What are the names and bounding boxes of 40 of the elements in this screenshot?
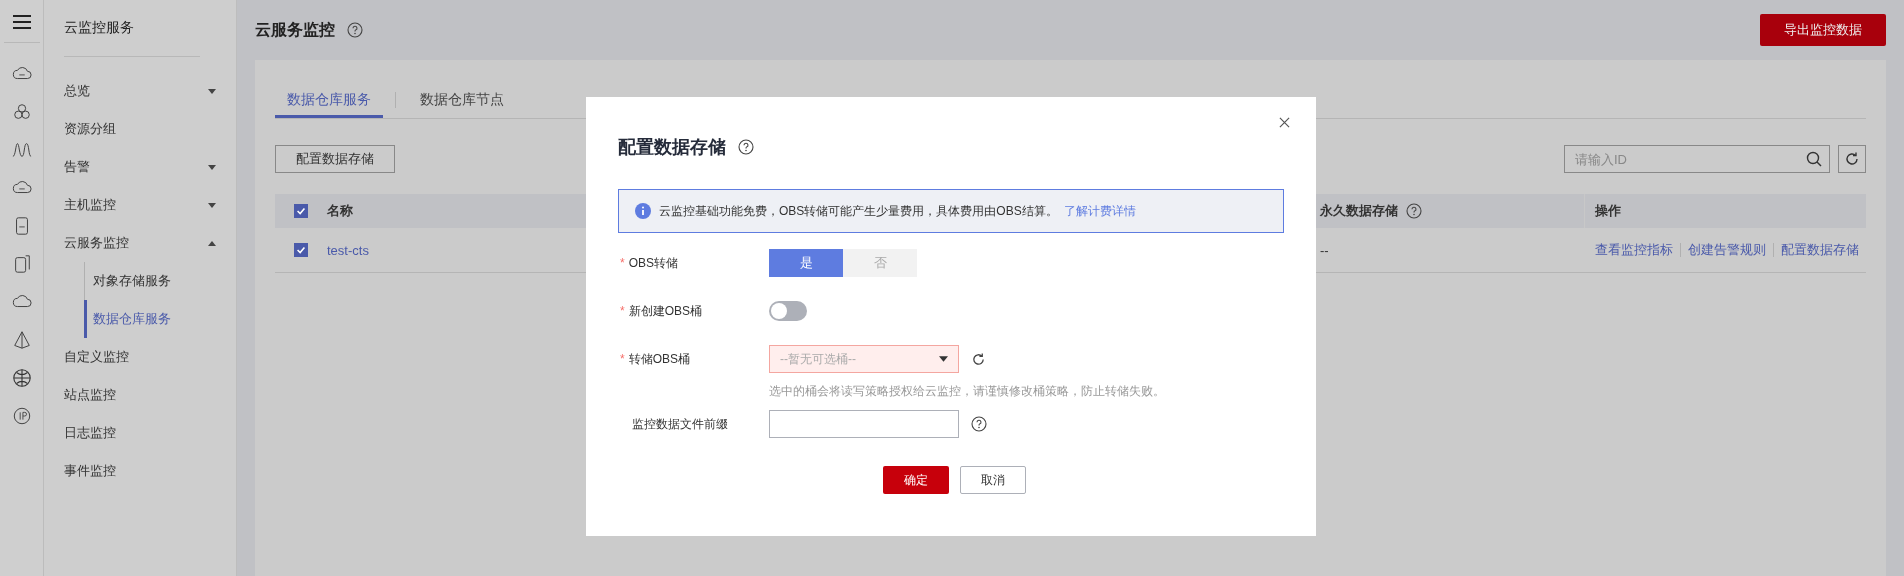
- sidebar-item[interactable]: 告警: [64, 148, 236, 186]
- dialog-title: 配置数据存储: [618, 136, 726, 159]
- field-label: 监控数据文件前缀: [632, 415, 728, 433]
- action-link[interactable]: 查看监控指标: [1595, 241, 1673, 259]
- search-field[interactable]: 请输入ID: [1564, 145, 1830, 173]
- segment-option[interactable]: 是: [769, 249, 843, 277]
- column-header: 操作: [1595, 202, 1621, 220]
- sidebar-subitem[interactable]: 对象存储服务: [84, 262, 236, 300]
- sidebar-item[interactable]: 资源分组: [64, 110, 236, 148]
- sidebar-item[interactable]: 日志监控: [64, 414, 236, 452]
- sidebar-title: 云监控服务: [64, 19, 135, 37]
- sidebar-item[interactable]: 自定义监控: [64, 338, 236, 376]
- instance-link[interactable]: test-cts: [327, 242, 369, 258]
- sidebar-item[interactable]: 站点监控: [64, 376, 236, 414]
- action-link[interactable]: 创建告警规则: [1688, 241, 1766, 259]
- page-title: 云服务监控: [255, 19, 335, 40]
- action-link[interactable]: 配置数据存储: [1781, 241, 1859, 259]
- info-text: 云监控基础功能免费，OBS转储可能产生少量费用，具体费用由OBS结算。: [659, 202, 1058, 220]
- field-label: 新创建OBS桶: [628, 302, 702, 320]
- field-label: OBS转储: [628, 254, 678, 272]
- required-asterisk: *: [620, 256, 625, 270]
- sidebar-item[interactable]: 云服务监控: [64, 224, 236, 262]
- sidebar-subitem[interactable]: 数据仓库服务: [84, 300, 236, 338]
- billing-link[interactable]: 了解计费详情: [1063, 202, 1136, 220]
- sidebar-item[interactable]: 事件监控: [64, 452, 236, 490]
- cancel-button[interactable]: 取消: [959, 466, 1026, 494]
- field-hint: 选中的桶会将读写策略授权给云监控，请谨慎修改桶策略，防止转储失败。: [769, 383, 1165, 400]
- required-asterisk: *: [620, 352, 625, 366]
- sidebar-item[interactable]: 总览: [64, 72, 236, 110]
- column-header: 永久数据存储: [1320, 202, 1398, 220]
- column-header: 名称: [327, 203, 353, 218]
- field-label: 转储OBS桶: [628, 350, 690, 368]
- tab[interactable]: 数据仓库服务: [275, 82, 383, 118]
- required-asterisk: *: [620, 304, 625, 318]
- sidebar-item[interactable]: 主机监控: [64, 186, 236, 224]
- tab[interactable]: 数据仓库节点: [408, 82, 516, 118]
- configure-storage-button[interactable]: 配置数据存储: [275, 145, 395, 173]
- export-button[interactable]: 导出监控数据: [1760, 14, 1886, 46]
- confirm-button[interactable]: 确定: [882, 466, 949, 494]
- table-cell: --: [1320, 242, 1329, 258]
